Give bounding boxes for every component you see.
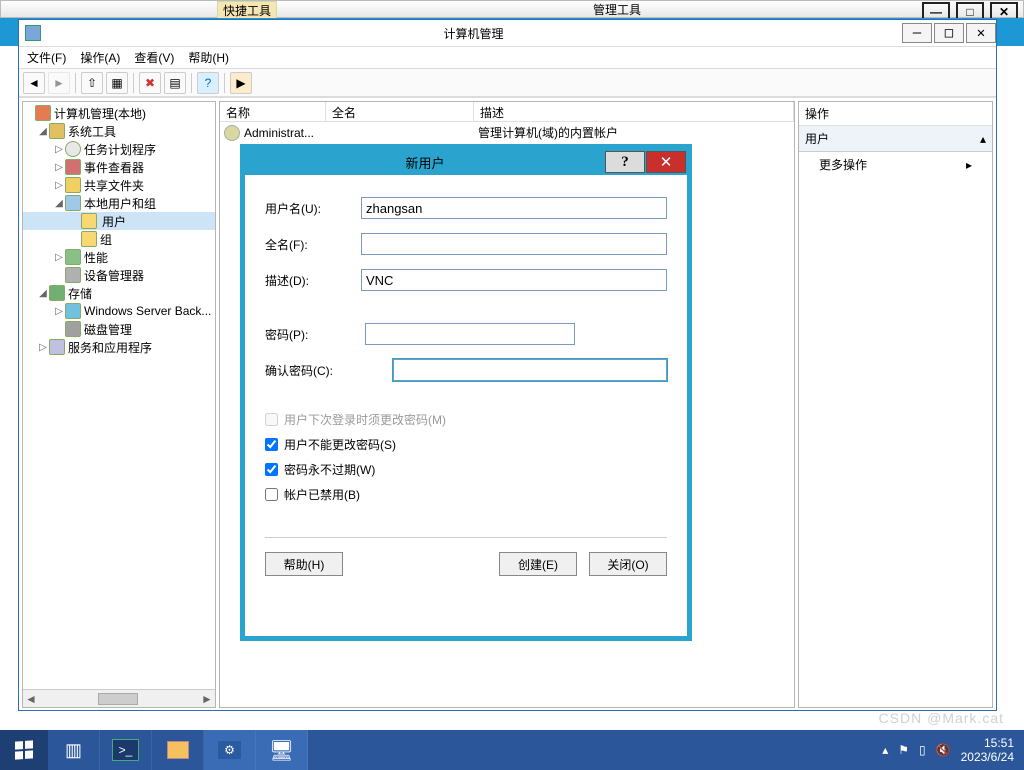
actions-pane: 操作 用户 ▴ 更多操作 ▸: [798, 101, 993, 708]
task-computer-mgmt[interactable]: 🖥: [256, 730, 308, 770]
menu-file[interactable]: 文件(F): [27, 49, 66, 66]
disabled-checkbox[interactable]: [265, 488, 278, 501]
task-server-manager[interactable]: ▥: [48, 730, 100, 770]
tray-sound-icon[interactable]: 🔇: [936, 743, 951, 757]
check-disabled[interactable]: 帐户已禁用(B): [265, 486, 667, 503]
tray-flag-icon[interactable]: ⚑: [898, 743, 909, 757]
toolbar: ◄ ► ⇧ ▦ ✖ ▤ ? ▶: [19, 69, 996, 97]
menu-help[interactable]: 帮助(H): [188, 49, 229, 66]
desc-input[interactable]: [361, 269, 667, 291]
list-header[interactable]: 名称 全名 描述: [220, 102, 794, 122]
actions-section-users[interactable]: 用户 ▴: [799, 126, 992, 152]
taskbar-clock[interactable]: 15:51 2023/6/24: [961, 736, 1014, 764]
tray-network-icon[interactable]: ▯: [919, 743, 926, 757]
col-desc[interactable]: 描述: [474, 102, 794, 121]
label-desc: 描述(D):: [265, 272, 361, 289]
bg-mgmttool-tab: 管理工具: [587, 1, 647, 18]
user-icon: [224, 125, 240, 141]
minimize-button[interactable]: —: [902, 23, 932, 43]
task-control-panel[interactable]: ⚙: [204, 730, 256, 770]
dialog-titlebar[interactable]: 新用户 ? ✕: [245, 149, 687, 175]
menu-action[interactable]: 操作(A): [80, 49, 120, 66]
back-button[interactable]: ◄: [23, 72, 45, 94]
never-expire-checkbox[interactable]: [265, 463, 278, 476]
menu-view[interactable]: 查看(V): [134, 49, 174, 66]
tree-task-scheduler[interactable]: ▷任务计划程序: [23, 140, 215, 158]
chevron-right-icon: ▸: [966, 158, 972, 172]
tree-users[interactable]: 用户: [23, 212, 215, 230]
new-user-dialog: 新用户 ? ✕ 用户名(U): 全名(F): 描述(D): 密码(P): 确认密…: [240, 144, 692, 641]
list-row[interactable]: Administrat... 管理计算机(域)的内置帐户: [220, 122, 794, 143]
help-button[interactable]: 帮助(H): [265, 552, 343, 576]
watermark: CSDN @Mark.cat: [879, 710, 1004, 726]
tree-local-users-groups[interactable]: ◢本地用户和组: [23, 194, 215, 212]
tree-root[interactable]: 计算机管理(本地): [23, 104, 215, 122]
task-powershell[interactable]: >_: [100, 730, 152, 770]
col-fullname[interactable]: 全名: [326, 102, 474, 121]
cannot-change-checkbox[interactable]: [265, 438, 278, 451]
confirm-password-input[interactable]: [393, 359, 667, 381]
dialog-close-button[interactable]: ✕: [646, 151, 686, 173]
collapse-icon: ▴: [980, 132, 986, 146]
properties-button[interactable]: ▤: [164, 72, 186, 94]
system-tray[interactable]: ▴ ⚑ ▯ 🔇 15:51 2023/6/24: [872, 736, 1024, 764]
actions-header: 操作: [799, 102, 992, 126]
windows-logo-icon: [15, 740, 33, 759]
password-input[interactable]: [365, 323, 575, 345]
tree-groups[interactable]: 组: [23, 230, 215, 248]
titlebar[interactable]: 计算机管理 — □ ✕: [19, 20, 996, 47]
label-fullname: 全名(F):: [265, 236, 361, 253]
tree-pane[interactable]: 计算机管理(本地) ◢系统工具 ▷任务计划程序 ▷事件查看器 ▷共享文件夹 ◢本…: [22, 101, 216, 708]
tree-system-tools[interactable]: ◢系统工具: [23, 122, 215, 140]
label-password: 密码(P):: [265, 326, 365, 343]
create-button[interactable]: 创建(E): [499, 552, 577, 576]
tree-event-viewer[interactable]: ▷事件查看器: [23, 158, 215, 176]
up-button[interactable]: ⇧: [81, 72, 103, 94]
tree-shared-folders[interactable]: ▷共享文件夹: [23, 176, 215, 194]
tree-device-manager[interactable]: 设备管理器: [23, 266, 215, 284]
close-button[interactable]: 关闭(O): [589, 552, 667, 576]
label-username: 用户名(U):: [265, 200, 361, 217]
refresh-button[interactable]: ?: [197, 72, 219, 94]
dialog-help-button[interactable]: ?: [605, 151, 645, 173]
tree-disk-mgmt[interactable]: 磁盘管理: [23, 320, 215, 338]
check-cannot-change[interactable]: 用户不能更改密码(S): [265, 436, 667, 453]
app-icon: [25, 25, 41, 41]
tree-performance[interactable]: ▷性能: [23, 248, 215, 266]
maximize-button[interactable]: □: [934, 23, 964, 43]
tree-storage[interactable]: ◢存储: [23, 284, 215, 302]
check-must-change: 用户下次登录时须更改密码(M): [265, 411, 667, 428]
username-input[interactable]: [361, 197, 667, 219]
tree-scrollbar[interactable]: ◄►: [23, 689, 215, 707]
taskbar[interactable]: ▥ >_ ⚙ 🖥 ▴ ⚑ ▯ 🔇 15:51 2023/6/24: [0, 730, 1024, 770]
tray-up-icon[interactable]: ▴: [882, 743, 888, 757]
window-title: 计算机管理: [47, 25, 900, 42]
action-pane-toggle[interactable]: ▶: [230, 72, 252, 94]
start-button[interactable]: [0, 730, 48, 770]
task-explorer[interactable]: [152, 730, 204, 770]
tree-wsb[interactable]: ▷Windows Server Back...: [23, 302, 215, 320]
forward-button[interactable]: ►: [48, 72, 70, 94]
dialog-title: 新用户: [245, 153, 605, 172]
check-never-expire[interactable]: 密码永不过期(W): [265, 461, 667, 478]
must-change-checkbox: [265, 413, 278, 426]
menu-bar: 文件(F) 操作(A) 查看(V) 帮助(H): [19, 47, 996, 69]
show-hide-tree-button[interactable]: ▦: [106, 72, 128, 94]
cell-desc: 管理计算机(域)的内置帐户: [478, 124, 618, 141]
action-more[interactable]: 更多操作 ▸: [799, 152, 992, 177]
tree-services-apps[interactable]: ▷服务和应用程序: [23, 338, 215, 356]
cell-name: Administrat...: [244, 126, 330, 140]
delete-button[interactable]: ✖: [139, 72, 161, 94]
label-confirm: 确认密码(C):: [265, 362, 393, 379]
close-button[interactable]: ✕: [966, 23, 996, 43]
fullname-input[interactable]: [361, 233, 667, 255]
col-name[interactable]: 名称: [220, 102, 326, 121]
